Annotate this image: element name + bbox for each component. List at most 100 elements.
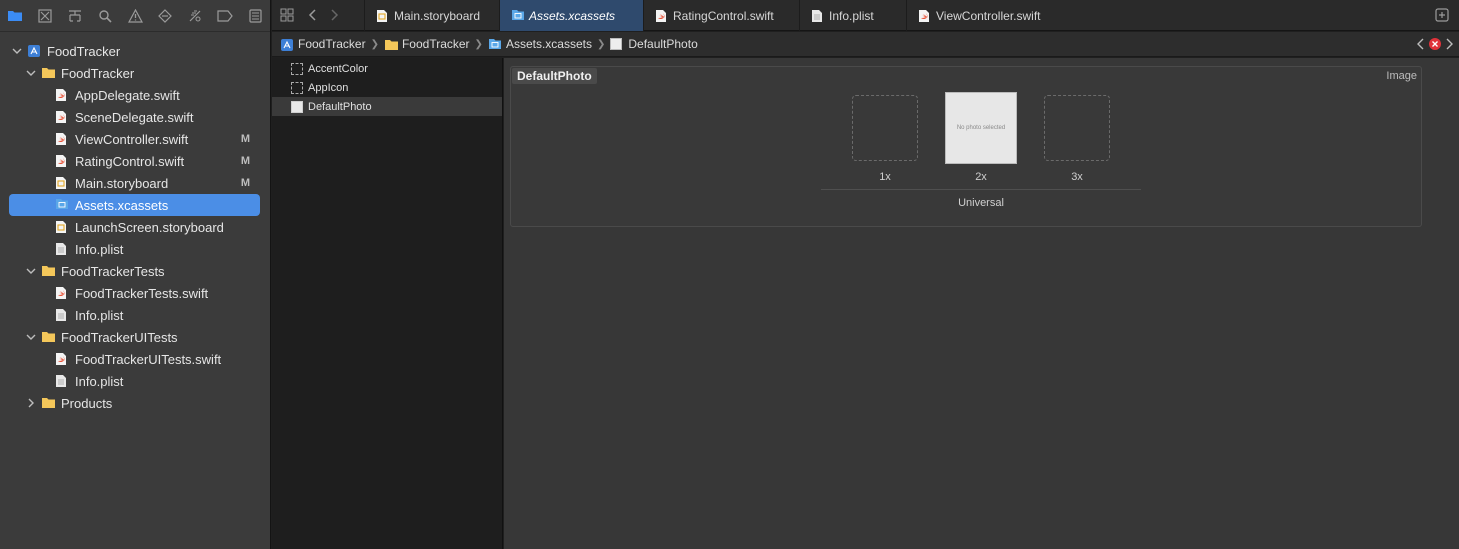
slot-2x-placeholder: No photo selected xyxy=(956,125,1006,131)
breadcrumb-item[interactable]: DefaultPhoto xyxy=(610,37,698,51)
asset-list-item[interactable]: AppIcon xyxy=(272,78,502,97)
breadcrumb-label: FoodTracker xyxy=(401,37,470,51)
forward-icon[interactable] xyxy=(329,8,339,25)
tree-row-storyboard[interactable]: Main.storyboard M xyxy=(0,172,270,194)
tree-row-label: Products xyxy=(61,395,113,411)
plist-file-icon xyxy=(55,308,69,322)
storyboard-file-icon xyxy=(376,9,388,22)
back-icon[interactable] xyxy=(308,8,318,25)
empty-asset-icon xyxy=(291,81,303,94)
error-badge-icon[interactable] xyxy=(1428,37,1442,54)
tree-row-label: Main.storyboard xyxy=(75,175,169,191)
scale-label-3x: 3x xyxy=(1071,171,1083,183)
tree-row-label: RatingControl.swift xyxy=(75,153,185,169)
image-set-icon xyxy=(610,37,623,51)
editor-tab-label: ViewController.swift xyxy=(936,8,1041,23)
editor-tab-label: Info.plist xyxy=(829,8,874,23)
image-set-type: Image xyxy=(1386,70,1417,82)
idiom-divider xyxy=(821,189,1141,190)
tree-row-swift[interactable]: ViewController.swift M xyxy=(0,128,270,150)
next-issue-icon[interactable] xyxy=(1445,37,1453,54)
editor-tab-label: Main.storyboard xyxy=(394,8,481,23)
disclosure-expanded-icon[interactable] xyxy=(12,46,22,56)
image-set-icon xyxy=(291,100,303,113)
file-tree: FoodTracker FoodTracker AppDelegate.swift S… xyxy=(0,40,270,414)
breadcrumb-item[interactable]: FoodTracker xyxy=(280,37,366,51)
tree-row-folder[interactable]: Products xyxy=(0,392,270,414)
grid-icon[interactable] xyxy=(280,8,294,25)
tree-row-project[interactable]: FoodTracker xyxy=(0,40,270,62)
disclosure-collapsed-icon[interactable] xyxy=(26,398,36,408)
tree-row-storyboard[interactable]: LaunchScreen.storyboard xyxy=(0,216,270,238)
editor-tab[interactable]: Main.storyboard xyxy=(364,0,499,31)
empty-asset-icon xyxy=(291,62,303,75)
plist-file-icon xyxy=(55,242,69,256)
swift-file-icon xyxy=(55,352,69,366)
tree-row-swift[interactable]: FoodTrackerUITests.swift xyxy=(0,348,270,370)
idiom-label: Universal xyxy=(958,197,1004,209)
tree-row-label: SceneDelegate.swift xyxy=(75,109,194,125)
asset-editor: DefaultPhoto Image No photo selected 1x … xyxy=(504,58,1459,549)
tree-row-folder[interactable]: FoodTracker xyxy=(0,62,270,84)
tree-row-label: Info.plist xyxy=(75,241,124,257)
asset-list-label: AppIcon xyxy=(308,81,349,94)
folder-icon xyxy=(41,66,55,80)
plist-file-icon xyxy=(55,374,69,388)
add-editor-icon[interactable] xyxy=(1435,8,1449,25)
symbol-icon[interactable] xyxy=(66,7,84,25)
asset-list-item[interactable]: AccentColor xyxy=(272,59,502,78)
breadcrumb-separator-icon: ❯ xyxy=(370,38,379,50)
slot-2x[interactable]: No photo selected xyxy=(945,92,1017,164)
breadcrumb-label: FoodTracker xyxy=(298,37,366,51)
test-icon[interactable] xyxy=(156,7,174,25)
tree-row-swift[interactable]: AppDelegate.swift xyxy=(0,84,270,106)
editor-tab-label: RatingControl.swift xyxy=(673,8,774,23)
tree-row-plist[interactable]: Info.plist xyxy=(0,238,270,260)
slot-3x[interactable] xyxy=(1044,95,1110,161)
disclosure-expanded-icon[interactable] xyxy=(26,68,36,78)
folder-icon[interactable] xyxy=(6,7,24,25)
tree-row-plist[interactable]: Info.plist xyxy=(0,370,270,392)
tree-row-label: FoodTrackerUITests.swift xyxy=(75,351,222,367)
scale-label-2x: 2x xyxy=(975,171,987,183)
editor-tab[interactable]: ViewController.swift xyxy=(906,0,1076,31)
disclosure-expanded-icon[interactable] xyxy=(26,266,36,276)
report-icon[interactable] xyxy=(246,7,264,25)
asset-list-label: DefaultPhoto xyxy=(308,100,372,113)
editor-tab[interactable]: RatingControl.swift xyxy=(643,0,799,31)
tree-row-label: LaunchScreen.storyboard xyxy=(75,219,224,235)
find-icon[interactable] xyxy=(96,7,114,25)
navigator-toolbar xyxy=(0,0,270,32)
asset-list-item[interactable]: DefaultPhoto xyxy=(272,97,502,116)
editor-tab-label: Assets.xcassets xyxy=(529,8,616,23)
tree-row-label: FoodTracker xyxy=(47,43,121,59)
issue-icon[interactable] xyxy=(126,7,144,25)
breakpoint-icon[interactable] xyxy=(216,7,234,25)
breadcrumb-item[interactable]: Assets.xcassets xyxy=(488,37,592,51)
disclosure-expanded-icon[interactable] xyxy=(26,332,36,342)
asset-catalog-icon xyxy=(488,38,501,51)
tree-row-folder[interactable]: FoodTrackerUITests xyxy=(0,326,270,348)
previous-issue-icon[interactable] xyxy=(1417,37,1425,54)
storyboard-file-icon xyxy=(55,220,69,234)
storyboard-file-icon xyxy=(55,176,69,190)
source-control-icon[interactable] xyxy=(36,7,54,25)
swift-file-icon xyxy=(655,9,667,22)
debug-icon[interactable] xyxy=(186,7,204,25)
editor-tab[interactable]: Assets.xcassets xyxy=(499,0,643,31)
tree-row-assets[interactable]: Assets.xcassets xyxy=(0,194,270,216)
breadcrumb-separator-icon: ❯ xyxy=(474,38,483,50)
tree-row-plist[interactable]: Info.plist xyxy=(0,304,270,326)
editor-tab[interactable]: Info.plist xyxy=(799,0,906,31)
image-set[interactable]: DefaultPhoto Image No photo selected 1x … xyxy=(510,66,1422,227)
breadcrumb-label: Assets.xcassets xyxy=(505,37,592,51)
breadcrumb-item[interactable]: FoodTracker xyxy=(384,37,470,51)
tree-row-swift[interactable]: RatingControl.swift M xyxy=(0,150,270,172)
tree-row-swift[interactable]: SceneDelegate.swift xyxy=(0,106,270,128)
swift-file-icon xyxy=(918,9,930,22)
asset-list: AccentColor AppIcon DefaultPhoto xyxy=(272,58,503,549)
slot-1x[interactable] xyxy=(852,95,918,161)
tree-row-swift[interactable]: FoodTrackerTests.swift xyxy=(0,282,270,304)
source-control-badge: M xyxy=(240,155,250,167)
tree-row-folder[interactable]: FoodTrackerTests xyxy=(0,260,270,282)
